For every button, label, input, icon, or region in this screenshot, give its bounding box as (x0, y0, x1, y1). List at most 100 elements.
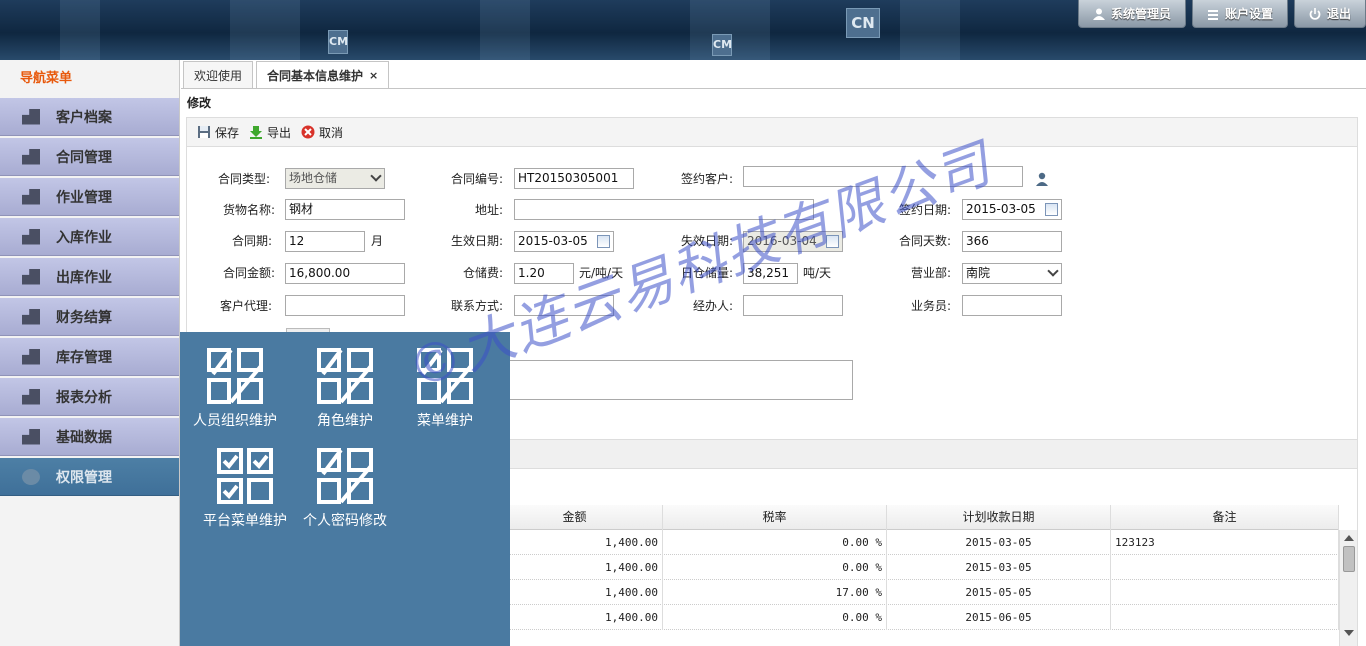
menu-item-platform-menu[interactable]: 平台菜单维护 (195, 446, 295, 530)
operation-icon (22, 188, 40, 205)
sidebar-item-contract[interactable]: 合同管理 (0, 138, 179, 176)
cancel-button[interactable]: 取消 (301, 124, 343, 141)
goods-label: 货物名称: (222, 203, 275, 217)
salesman-field[interactable] (962, 295, 1062, 316)
menu-item-password[interactable]: 个人密码修改 (295, 446, 395, 530)
daily-storage-field[interactable]: 38,251 (743, 263, 798, 284)
contract-no-label: 合同编号: (450, 172, 503, 186)
agent-field[interactable] (285, 295, 405, 316)
user-icon[interactable] (1035, 172, 1049, 186)
save-label: 保存 (215, 125, 240, 140)
contract-icon (22, 148, 40, 165)
export-label: 导出 (267, 125, 292, 140)
sidebar-item-label: 合同管理 (56, 149, 112, 166)
header-decoration (230, 0, 300, 60)
storage-fee-unit: 元/吨/天 (579, 266, 624, 280)
inventory-icon (22, 348, 40, 365)
sidebar-item-label: 报表分析 (56, 389, 112, 406)
sidebar-item-report[interactable]: 报表分析 (0, 378, 179, 416)
close-icon[interactable]: × (369, 69, 378, 82)
contract-no-field[interactable]: HT20150305001 (514, 168, 634, 189)
goods-field[interactable]: 钢材 (285, 199, 405, 220)
container-mark: CN (846, 8, 880, 38)
address-field[interactable] (514, 199, 814, 220)
column-header-note[interactable]: 备注 (1111, 505, 1339, 530)
contract-type-select[interactable]: 场地仓储 (285, 168, 385, 189)
header-decoration (60, 0, 100, 60)
column-header-tax[interactable]: 税率 (663, 505, 887, 530)
scroll-down-icon[interactable] (1344, 630, 1354, 636)
grid-scrollbar[interactable] (1339, 530, 1357, 646)
cell-date: 2015-06-05 (887, 605, 1111, 630)
calendar-icon[interactable] (826, 235, 839, 248)
settings-icon (1207, 8, 1219, 20)
customer-field[interactable] (743, 166, 1023, 187)
expire-date-field[interactable]: 2016-03-04 (743, 231, 843, 252)
logout-label: 退出 (1326, 7, 1351, 21)
cell-date: 2015-05-05 (887, 580, 1111, 605)
sidebar-item-label: 入库作业 (56, 229, 112, 246)
cell-tax: 0.00 % (663, 555, 887, 580)
export-button[interactable]: 导出 (249, 124, 291, 141)
sidebar-item-basedata[interactable]: 基础数据 (0, 418, 179, 456)
address-label: 地址: (474, 203, 503, 217)
menu-item-org[interactable]: 人员组织维护 (185, 346, 285, 430)
sidebar-item-label: 库存管理 (56, 349, 112, 366)
calendar-icon[interactable] (597, 235, 610, 248)
outbound-icon (22, 268, 40, 285)
daily-storage-label: 日仓储量: (680, 266, 733, 280)
sidebar-item-outbound[interactable]: 出库作业 (0, 258, 179, 296)
effective-date-field[interactable]: 2015-03-05 (514, 231, 614, 252)
storage-fee-field[interactable]: 1.20 (514, 263, 574, 284)
scroll-up-icon[interactable] (1344, 535, 1354, 541)
save-button[interactable]: 保存 (197, 124, 239, 141)
contact-field[interactable] (514, 295, 614, 316)
menu-item-label: 平台菜单维护 (203, 513, 287, 529)
save-icon (197, 125, 211, 139)
checklist-icon (215, 446, 275, 506)
menu-item-role[interactable]: 角色维护 (295, 346, 395, 430)
menu-item-label: 菜单维护 (417, 413, 473, 429)
cell-note (1111, 580, 1339, 605)
contract-days-field[interactable]: 366 (962, 231, 1062, 252)
menu-item-menu[interactable]: 菜单维护 (395, 346, 495, 430)
expire-date-value: 2016-03-04 (747, 234, 817, 248)
inbound-icon (22, 228, 40, 245)
tab-welcome[interactable]: 欢迎使用 (183, 61, 254, 88)
period-label: 合同期: (231, 234, 272, 248)
sidebar-item-label: 基础数据 (56, 429, 112, 446)
account-settings-button[interactable]: 账户设置 (1191, 0, 1288, 28)
sidebar-item-label: 客户档案 (56, 109, 112, 126)
chevron-down-icon (370, 170, 382, 182)
handler-field[interactable] (743, 295, 843, 316)
tile-icon (315, 446, 375, 506)
amount-field[interactable]: 16,800.00 (285, 263, 405, 284)
sidebar-item-operation[interactable]: 作业管理 (0, 178, 179, 216)
tile-icon (415, 346, 475, 406)
tab-divider (181, 88, 1366, 89)
sidebar-item-inventory[interactable]: 库存管理 (0, 338, 179, 376)
sign-date-field[interactable]: 2015-03-05 (962, 199, 1062, 220)
dept-select[interactable]: 南院 (962, 263, 1062, 284)
period-field[interactable]: 12 (285, 231, 365, 252)
column-header-date[interactable]: 计划收款日期 (887, 505, 1111, 530)
column-header-label: 金额 (562, 510, 587, 524)
calendar-icon[interactable] (1045, 203, 1058, 216)
tab-contract-info[interactable]: 合同基本信息维护 × (256, 61, 390, 88)
cancel-label: 取消 (319, 125, 344, 140)
sidebar-item-label: 权限管理 (56, 469, 112, 486)
sidebar-item-finance[interactable]: 财务结算 (0, 298, 179, 336)
sidebar-item-inbound[interactable]: 入库作业 (0, 218, 179, 256)
sidebar-item-label: 出库作业 (56, 269, 112, 286)
effective-date-label: 生效日期: (450, 234, 503, 248)
app-header: CN CM CM 系统管理员 账户设置 退出 (0, 0, 1366, 60)
user-icon (1092, 8, 1105, 20)
logout-button[interactable]: 退出 (1293, 0, 1366, 28)
sidebar-item-customer[interactable]: 客户档案 (0, 98, 179, 136)
contract-type-value: 场地仓储 (289, 171, 338, 185)
user-button[interactable]: 系统管理员 (1077, 0, 1186, 28)
sidebar-item-permission[interactable]: 权限管理 (0, 458, 179, 496)
scroll-thumb[interactable] (1343, 546, 1355, 572)
amount-label: 合同金额: (222, 266, 275, 280)
salesman-label: 业务员: (910, 299, 951, 313)
